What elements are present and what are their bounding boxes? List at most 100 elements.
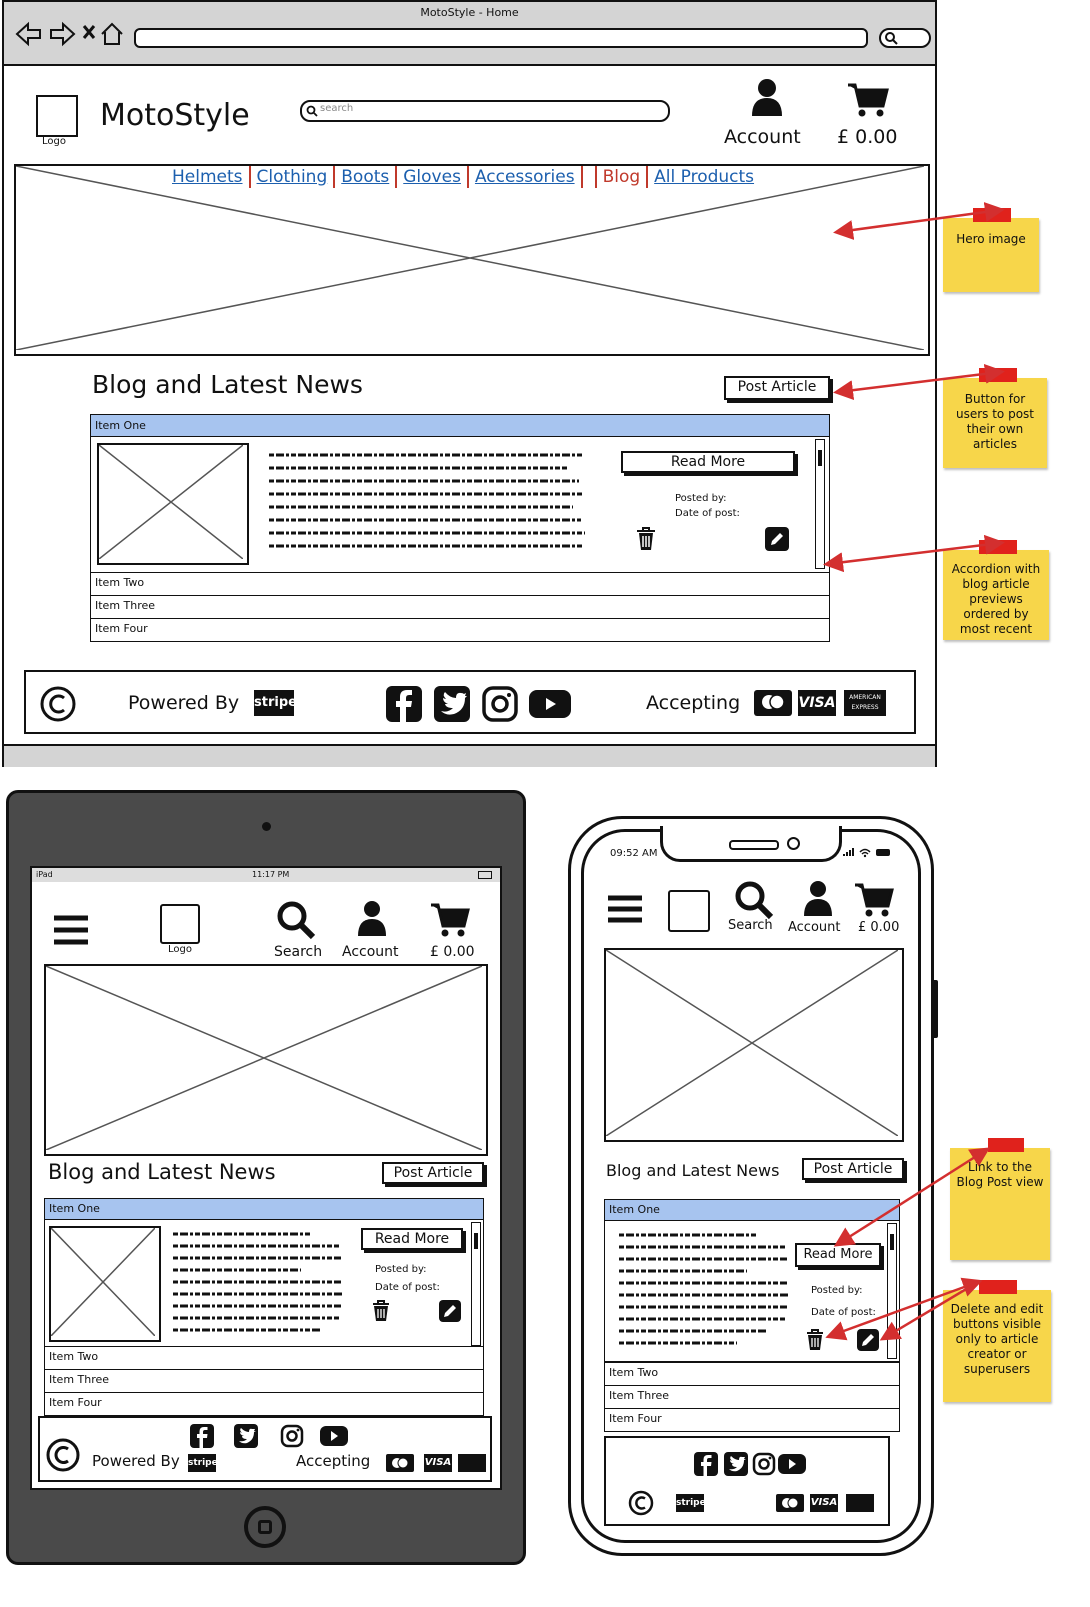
facebook-icon[interactable] bbox=[190, 1424, 214, 1448]
read-more-button[interactable]: Read More bbox=[621, 451, 795, 473]
tablet-home-button[interactable] bbox=[244, 1506, 286, 1548]
search-label[interactable]: Search bbox=[728, 918, 773, 933]
twitter-icon[interactable] bbox=[724, 1452, 748, 1476]
address-bar[interactable] bbox=[134, 28, 868, 48]
copyright-icon bbox=[46, 1438, 80, 1472]
nav-blog[interactable]: Blog bbox=[603, 167, 641, 187]
accordion-item-three[interactable]: Item Three bbox=[90, 595, 830, 619]
hamburger-menu-icon[interactable] bbox=[52, 914, 90, 946]
footer: Powered By stripe Accepting VISA AMERICA… bbox=[24, 670, 916, 734]
accordion-item-two[interactable]: Item Two bbox=[90, 572, 830, 596]
date-of-post-label: Date of post: bbox=[811, 1307, 876, 1318]
edit-icon[interactable] bbox=[439, 1300, 461, 1322]
cart-icon[interactable] bbox=[854, 882, 894, 918]
scrollbar[interactable] bbox=[887, 1223, 897, 1359]
instagram-icon[interactable] bbox=[280, 1424, 304, 1448]
accordion-item-four[interactable]: Item Four bbox=[90, 618, 830, 642]
search-icon[interactable] bbox=[734, 880, 774, 920]
article-thumbnail bbox=[49, 1226, 161, 1342]
cart-total[interactable]: £ 0.00 bbox=[430, 944, 475, 960]
edit-icon[interactable] bbox=[765, 527, 789, 551]
trash-icon[interactable] bbox=[371, 1300, 391, 1322]
logo-placeholder[interactable] bbox=[160, 904, 200, 944]
powered-by-label: Powered By bbox=[128, 692, 240, 714]
accordion-item-four[interactable]: Item Four bbox=[44, 1392, 484, 1416]
section-title: Blog and Latest News bbox=[48, 1160, 276, 1184]
nav-boots[interactable]: Boots bbox=[341, 167, 389, 187]
brand-title[interactable]: MotoStyle bbox=[100, 98, 250, 133]
twitter-icon[interactable] bbox=[434, 686, 470, 722]
note-accordion: Accordion with blog article previews ord… bbox=[943, 540, 1049, 640]
tablet-screen: iPad 11:17 PM Logo Search Account £ 0.00… bbox=[30, 866, 502, 1490]
nav-divider bbox=[594, 166, 597, 188]
account-icon[interactable] bbox=[750, 78, 784, 118]
hamburger-menu-icon[interactable] bbox=[606, 894, 644, 924]
youtube-icon[interactable] bbox=[778, 1454, 806, 1474]
trash-icon[interactable] bbox=[635, 527, 657, 551]
youtube-icon[interactable] bbox=[529, 690, 571, 718]
account-label[interactable]: Account bbox=[788, 920, 841, 935]
accordion-item-one-header[interactable]: Item One bbox=[90, 414, 830, 437]
nav-helmets[interactable]: Helmets bbox=[172, 167, 243, 187]
nav-all-products[interactable]: All Products bbox=[654, 167, 754, 187]
post-article-button[interactable]: Post Article bbox=[724, 376, 830, 400]
read-more-button[interactable]: Read More bbox=[795, 1243, 881, 1267]
main-nav: Helmets Clothing Boots Gloves Accessories Blo… bbox=[172, 166, 754, 188]
back-icon bbox=[15, 21, 41, 47]
site-search-input[interactable]: search bbox=[300, 100, 670, 122]
mastercard-icon bbox=[776, 1494, 804, 1512]
nav-gloves[interactable]: Gloves bbox=[403, 167, 461, 187]
note-tape bbox=[988, 1138, 1024, 1152]
accordion-item-four[interactable]: Item Four bbox=[604, 1408, 900, 1432]
trash-icon[interactable] bbox=[805, 1329, 825, 1351]
nav-divider bbox=[646, 166, 649, 188]
twitter-icon[interactable] bbox=[234, 1424, 258, 1448]
post-article-button[interactable]: Post Article bbox=[382, 1162, 484, 1184]
battery-icon bbox=[478, 871, 492, 879]
cart-total[interactable]: £ 0.00 bbox=[858, 920, 899, 935]
cart-total[interactable]: £ 0.00 bbox=[837, 126, 897, 148]
accordion-item-two[interactable]: Item Two bbox=[604, 1362, 900, 1386]
instagram-icon[interactable] bbox=[752, 1452, 776, 1476]
footer: Powered By stripe Accepting VISA bbox=[38, 1416, 492, 1482]
youtube-icon[interactable] bbox=[320, 1426, 348, 1446]
cart-icon[interactable] bbox=[430, 902, 470, 938]
account-label[interactable]: Account bbox=[724, 126, 801, 148]
amex-logo bbox=[846, 1494, 874, 1512]
copyright-icon bbox=[40, 686, 76, 722]
mastercard-icon bbox=[386, 1454, 414, 1472]
posted-by-label: Posted by: bbox=[675, 493, 727, 504]
edit-icon[interactable] bbox=[857, 1329, 879, 1351]
read-more-button[interactable]: Read More bbox=[361, 1228, 463, 1250]
nav-accessories[interactable]: Accessories bbox=[475, 167, 575, 187]
accordion-item-three[interactable]: Item Three bbox=[44, 1369, 484, 1393]
section-title: Blog and Latest News bbox=[606, 1161, 780, 1180]
instagram-icon[interactable] bbox=[482, 686, 518, 722]
visa-logo: VISA bbox=[424, 1454, 452, 1472]
search-icon[interactable] bbox=[276, 900, 316, 940]
account-icon[interactable] bbox=[356, 900, 388, 938]
logo-placeholder[interactable] bbox=[36, 95, 78, 137]
hero-image bbox=[604, 948, 904, 1142]
accordion-item-three[interactable]: Item Three bbox=[604, 1385, 900, 1409]
account-label[interactable]: Account bbox=[342, 944, 399, 960]
facebook-icon[interactable] bbox=[386, 686, 422, 722]
status-bar bbox=[4, 744, 935, 767]
section-title: Blog and Latest News bbox=[92, 370, 363, 399]
accordion-item-two[interactable]: Item Two bbox=[44, 1346, 484, 1370]
cart-icon[interactable] bbox=[847, 82, 889, 118]
search-label[interactable]: Search bbox=[274, 944, 322, 960]
account-icon[interactable] bbox=[802, 880, 834, 918]
logo-placeholder[interactable] bbox=[668, 890, 710, 932]
phone-side-button bbox=[932, 980, 938, 1038]
footer: stripe VISA bbox=[604, 1436, 890, 1526]
accordion-item-one-header[interactable]: Item One bbox=[44, 1198, 484, 1220]
logo-label: Logo bbox=[42, 136, 66, 147]
browser-search-box[interactable] bbox=[879, 28, 931, 48]
accordion-item-one-header[interactable]: Item One bbox=[604, 1199, 900, 1221]
post-article-button[interactable]: Post Article bbox=[802, 1158, 904, 1180]
scrollbar[interactable] bbox=[815, 439, 825, 569]
scrollbar[interactable] bbox=[471, 1222, 481, 1346]
facebook-icon[interactable] bbox=[694, 1452, 718, 1476]
nav-clothing[interactable]: Clothing bbox=[257, 167, 328, 187]
